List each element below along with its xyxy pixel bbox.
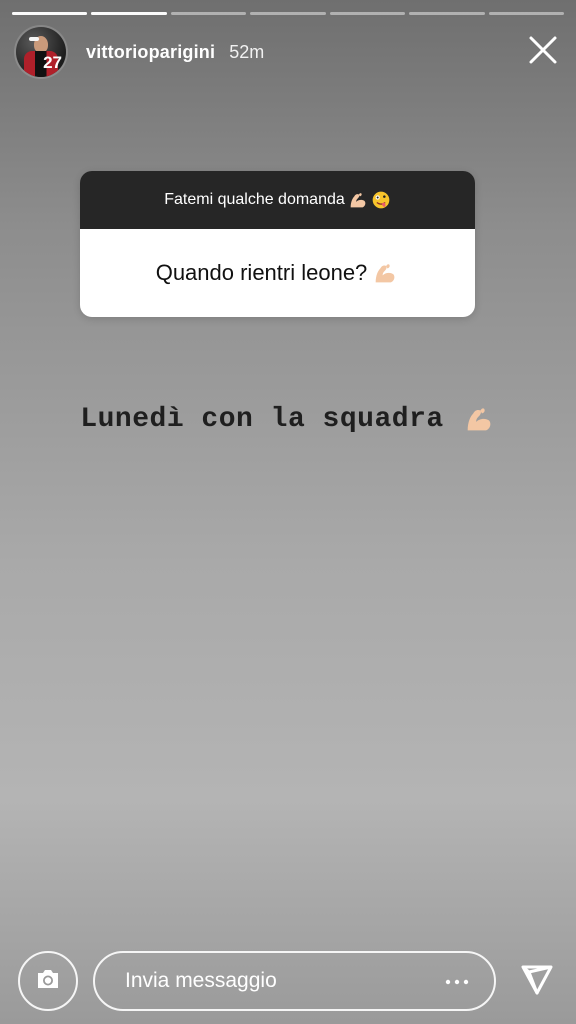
story-progress-bar [12, 12, 564, 15]
close-button[interactable] [526, 35, 560, 69]
question-sticker-header: Fatemi qualche domanda [80, 171, 475, 229]
answer-text-block: Lunedì con la squadra [0, 402, 576, 436]
story-progress-segment [12, 12, 88, 15]
story-progress-segment [250, 12, 326, 15]
message-placeholder: Invia messaggio [125, 969, 277, 992]
story-progress-fill [91, 12, 167, 15]
story-progress-segment [409, 12, 485, 15]
story-progress-segment [329, 12, 406, 15]
question-prompt: Fatemi qualche domanda [164, 191, 345, 208]
avatar-number: 27 [43, 53, 62, 72]
message-input[interactable]: Invia messaggio [93, 951, 496, 1011]
question-sticker: Fatemi qualche domanda Quando rientri le… [80, 171, 475, 317]
flexed-biceps-icon [371, 259, 399, 287]
question-text: Quando rientri leone? [155, 260, 368, 285]
avatar-badge-shape [29, 37, 39, 41]
camera-button[interactable] [18, 951, 78, 1011]
post-time: 52m [229, 41, 265, 62]
answer-text: Lunedì con la squadra [80, 403, 444, 435]
send-icon [519, 961, 555, 1002]
camera-icon [34, 967, 62, 996]
zany-face-icon [371, 190, 391, 210]
more-options-button[interactable] [444, 968, 470, 994]
story-reply-bar: Invia messaggio [18, 950, 558, 1012]
more-icon [445, 972, 469, 990]
close-icon [528, 35, 558, 70]
send-button[interactable] [516, 960, 558, 1002]
flexed-biceps-icon [462, 402, 496, 436]
profile-avatar[interactable]: 27 [16, 27, 66, 77]
story-progress-segment [170, 12, 247, 15]
flexed-biceps-icon [347, 189, 369, 211]
story-progress-fill [12, 12, 88, 15]
story-progress-segment [488, 12, 564, 15]
story-header: 27 vittorioparigini 52m [16, 26, 560, 78]
username[interactable]: vittorioparigini [86, 42, 215, 63]
story-progress-segment [91, 12, 167, 15]
question-sticker-body: Quando rientri leone? [80, 229, 475, 317]
